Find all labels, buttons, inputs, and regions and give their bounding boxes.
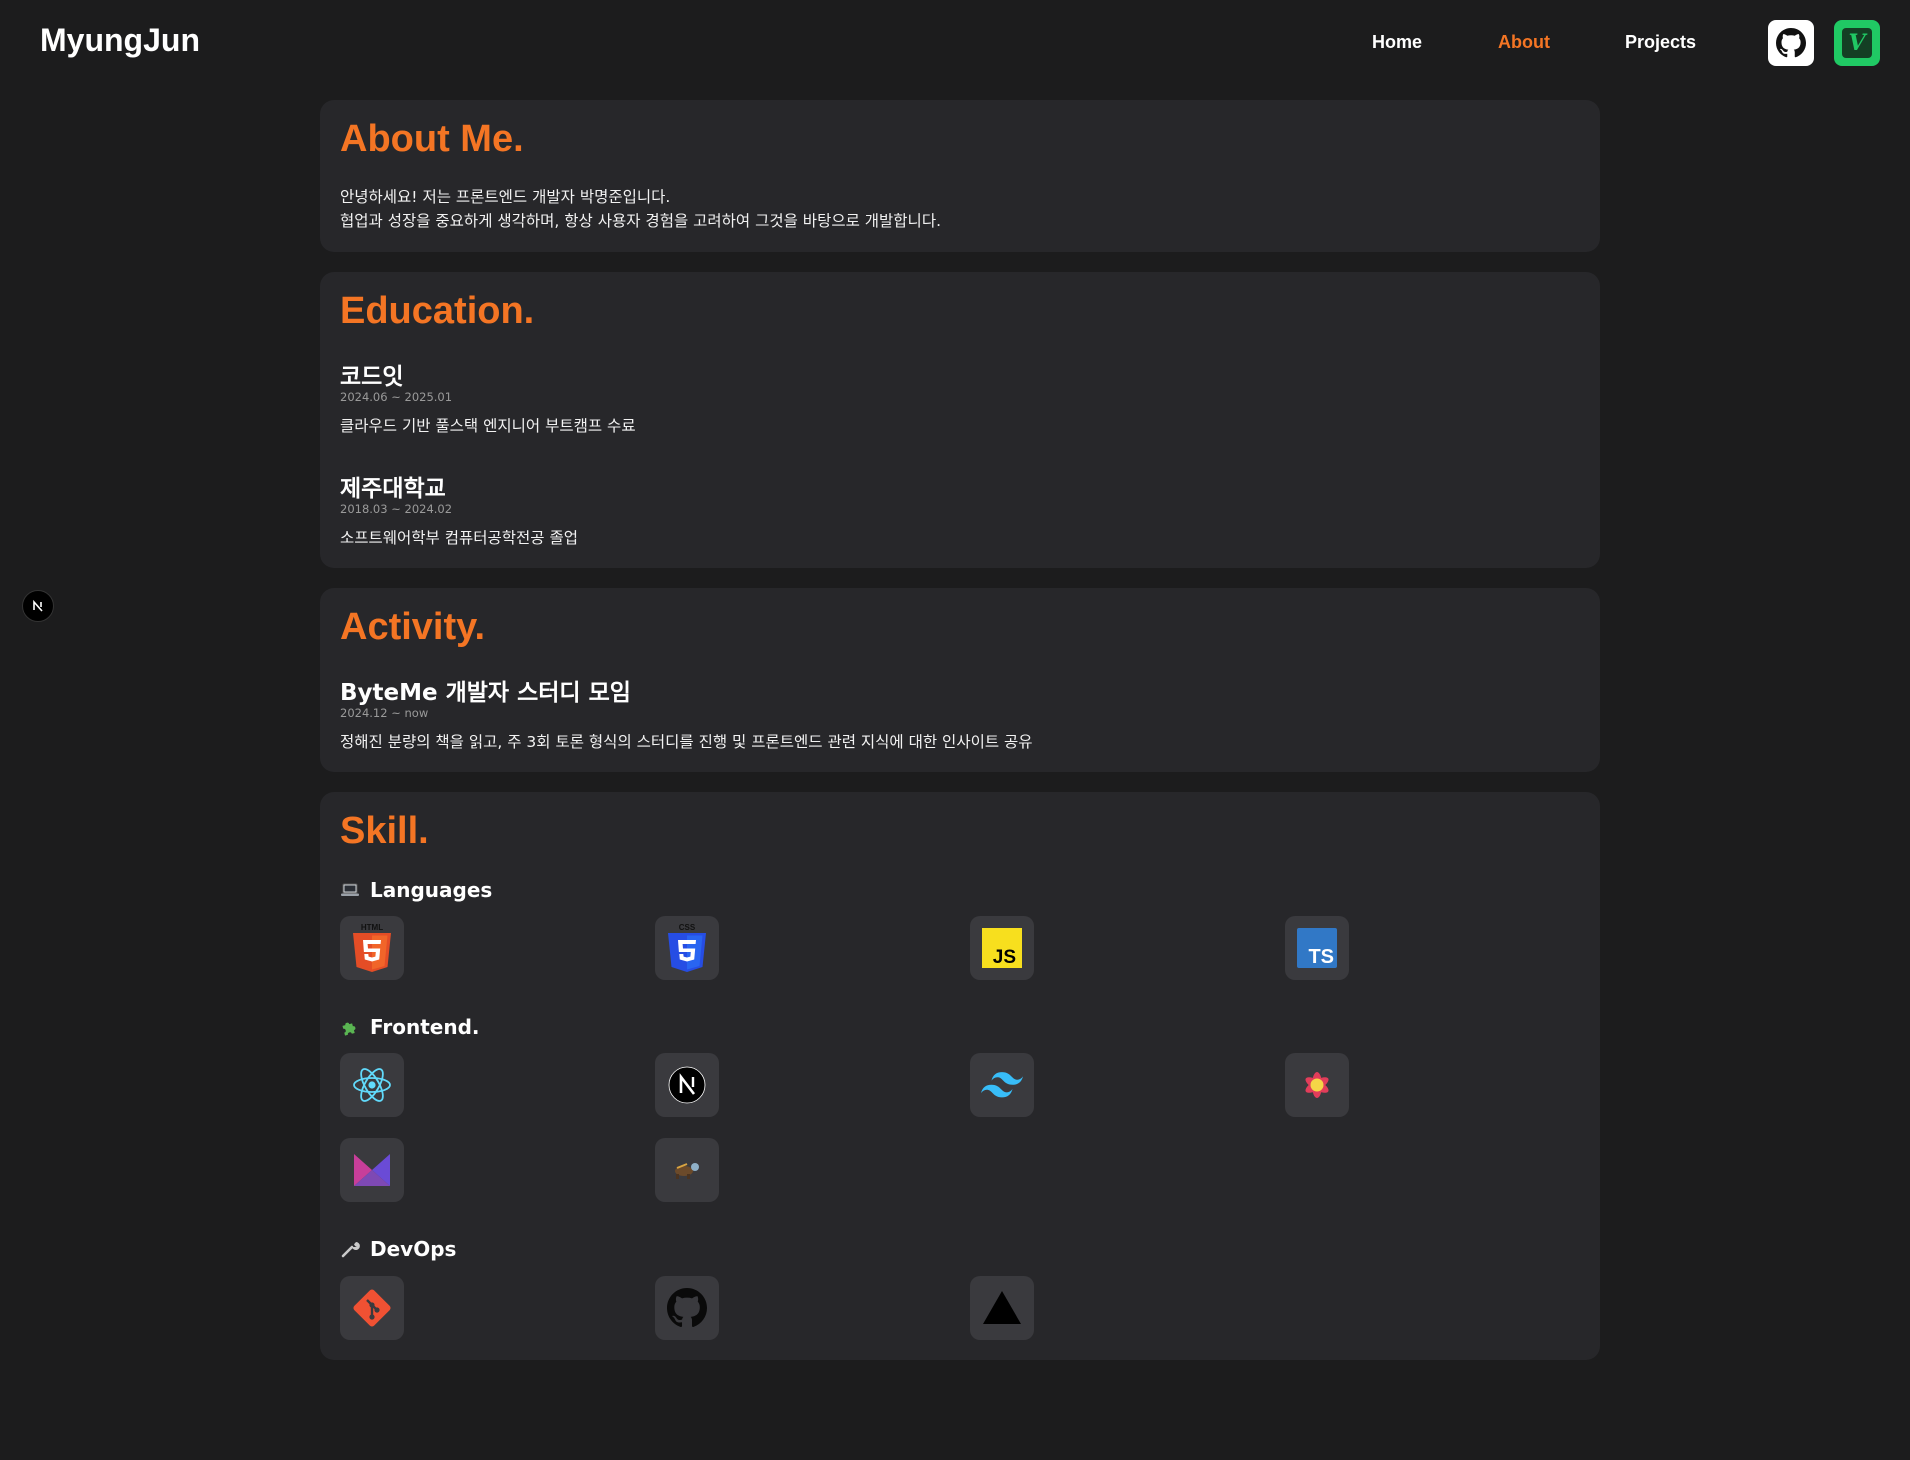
- nav-projects[interactable]: Projects: [1625, 32, 1696, 53]
- nav-about[interactable]: About: [1498, 32, 1550, 53]
- nextjs-icon: [33, 599, 43, 612]
- skill-category-label: Frontend.: [370, 1015, 480, 1039]
- nextjs-icon: [668, 1066, 706, 1104]
- education-item-date: 2018.03 ~ 2024.02: [340, 502, 453, 516]
- svg-text:TS: TS: [1308, 946, 1334, 968]
- javascript-icon: JS: [982, 928, 1022, 968]
- skill-git: [340, 1276, 404, 1340]
- section-title: Skill.: [340, 810, 429, 852]
- activity-section: Activity. ByteMe 개발자 스터디 모임 2024.12 ~ no…: [320, 588, 1600, 772]
- skill-framer-motion: [340, 1138, 404, 1202]
- svg-text:JS: JS: [993, 947, 1016, 968]
- skill-html5: HTML: [340, 916, 404, 980]
- laptop-icon: [340, 880, 360, 900]
- github-icon: [1776, 28, 1806, 58]
- skill-category-label: DevOps: [370, 1237, 457, 1261]
- about-section: About Me. 안녕하세요! 저는 프론트엔드 개발자 박명준입니다. 협업…: [320, 100, 1600, 252]
- section-title: About Me.: [340, 118, 524, 160]
- activity-item-name: ByteMe 개발자 스터디 모임: [340, 680, 631, 706]
- puzzle-icon: [340, 1017, 360, 1037]
- svg-text:HTML: HTML: [361, 923, 383, 932]
- skill-css3: CSS: [655, 916, 719, 980]
- skill-category-label: Languages: [370, 878, 493, 902]
- site-header: MyungJun Home About Projects V: [0, 0, 1910, 88]
- nav-home[interactable]: Home: [1372, 32, 1422, 53]
- about-line: 안녕하세요! 저는 프론트엔드 개발자 박명준입니다.: [340, 188, 671, 206]
- github-icon: [667, 1288, 707, 1328]
- tailwind-icon: [981, 1072, 1023, 1098]
- recoil-icon: [1305, 1072, 1329, 1098]
- activity-item-desc: 정해진 분량의 책을 읽고, 주 3회 토론 형식의 스터디를 진행 및 프론트…: [340, 733, 1033, 751]
- site-logo[interactable]: MyungJun: [40, 22, 200, 59]
- skill-github: [655, 1276, 719, 1340]
- svg-text:CSS: CSS: [679, 923, 696, 932]
- skill-category-frontend: Frontend.: [340, 1015, 480, 1039]
- skill-category-languages: Languages: [340, 878, 492, 902]
- education-item-name: 제주대학교: [340, 476, 446, 502]
- framer-motion-icon: [354, 1154, 390, 1186]
- velog-icon: V: [1842, 28, 1872, 58]
- git-icon: [353, 1289, 391, 1327]
- skill-react: [340, 1053, 404, 1117]
- react-icon: [353, 1068, 391, 1102]
- zustand-icon: [675, 1163, 699, 1179]
- html5-icon: HTML: [353, 923, 391, 972]
- activity-item-date: 2024.12 ~ now: [340, 706, 429, 720]
- skill-zustand: [655, 1138, 719, 1202]
- nextjs-dev-indicator[interactable]: [22, 590, 54, 622]
- education-item-desc: 클라우드 기반 풀스택 엔지니어 부트캠프 수료: [340, 417, 636, 435]
- skill-category-devops: DevOps: [340, 1237, 456, 1261]
- typescript-icon: TS: [1297, 928, 1337, 968]
- github-link-button[interactable]: [1768, 20, 1814, 66]
- skill-javascript: JS: [970, 916, 1034, 980]
- skill-nextjs: [655, 1053, 719, 1117]
- about-line: 협업과 성장을 중요하게 생각하며, 항상 사용자 경험을 고려하여 그것을 바…: [340, 212, 942, 230]
- css3-icon: CSS: [668, 923, 706, 972]
- skill-recoil: [1285, 1053, 1349, 1117]
- wrench-icon: [340, 1239, 360, 1259]
- education-item-name: 코드잇: [340, 364, 404, 390]
- skill-section: Skill. Languages HTML CSS JS TS Frontend…: [320, 792, 1600, 1360]
- skill-typescript: TS: [1285, 916, 1349, 980]
- education-section: Education. 코드잇 2024.06 ~ 2025.01 클라우드 기반…: [320, 272, 1600, 568]
- section-title: Education.: [340, 290, 535, 332]
- education-item-desc: 소프트웨어학부 컴퓨터공학전공 졸업: [340, 529, 579, 547]
- skill-tailwind: [970, 1053, 1034, 1117]
- velog-link-button[interactable]: V: [1834, 20, 1880, 66]
- skill-vercel: [970, 1276, 1034, 1340]
- section-title: Activity.: [340, 606, 486, 648]
- vercel-icon: [983, 1291, 1021, 1324]
- education-item-date: 2024.06 ~ 2025.01: [340, 390, 453, 404]
